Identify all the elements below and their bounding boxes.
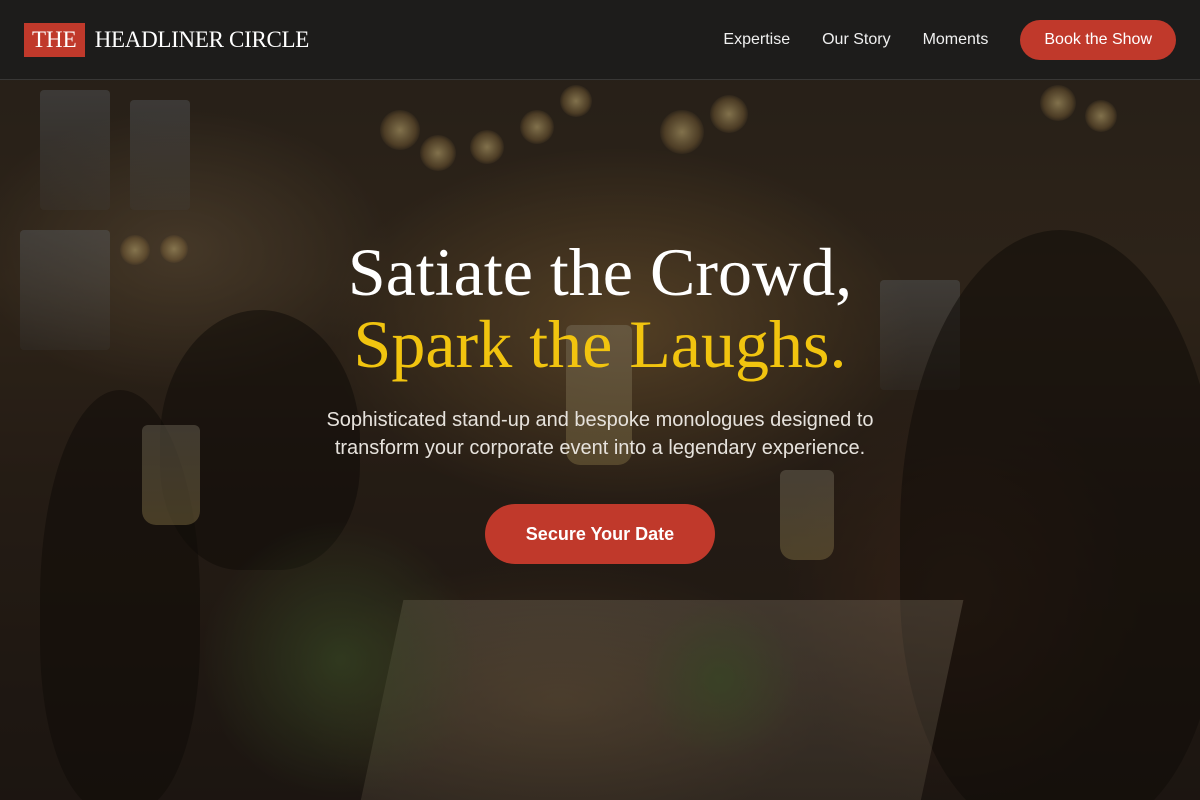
hero-headline-line1: Satiate the Crowd,: [347, 234, 853, 310]
main-nav: Expertise Our Story Moments Book the Sho…: [723, 19, 1176, 60]
book-show-button[interactable]: Book the Show: [1020, 19, 1176, 60]
logo-text: HEADLINER CIRCLE: [94, 26, 310, 52]
hero-headline-line2: Spark the Laughs.: [353, 306, 847, 382]
logo[interactable]: THE HEADLINER CIRCLE: [24, 22, 310, 57]
site-header: THE HEADLINER CIRCLE Expertise Our Story…: [0, 0, 1200, 80]
nav-link-moments[interactable]: Moments: [923, 31, 989, 49]
hero-content: Satiate the Crowd, Spark the Laughs. Sop…: [0, 236, 1200, 564]
nav-link-expertise[interactable]: Expertise: [723, 31, 790, 49]
logo-mark: THE: [24, 22, 85, 57]
hero-subtitle: Sophisticated stand-up and bespoke monol…: [326, 409, 874, 459]
nav-link-our-story[interactable]: Our Story: [822, 31, 890, 49]
secure-date-button[interactable]: Secure Your Date: [485, 504, 715, 564]
